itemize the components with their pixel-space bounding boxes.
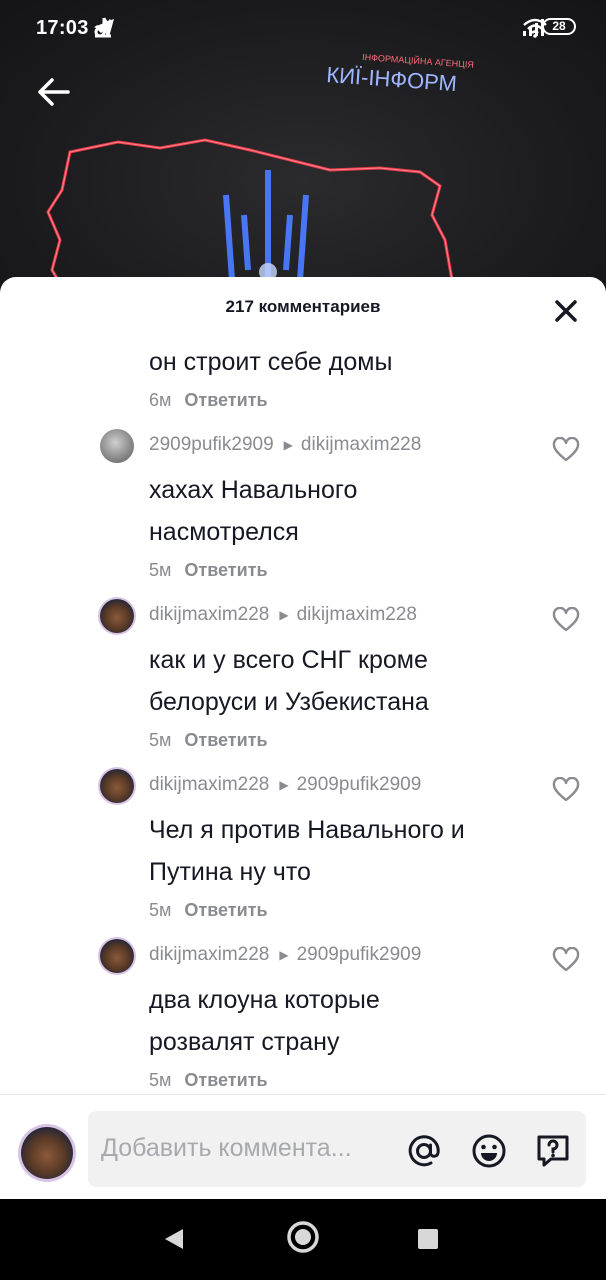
nav-back-button[interactable] xyxy=(163,1227,185,1256)
comment-input-bar: Добавить коммента... xyxy=(0,1094,606,1200)
my-avatar[interactable] xyxy=(21,1127,73,1179)
avatar[interactable] xyxy=(100,599,134,633)
reply-to-user[interactable]: dikijmaxim228 xyxy=(301,434,421,456)
heart-icon xyxy=(552,776,580,802)
comment-author[interactable]: 2909pufik2909 xyxy=(149,434,274,456)
comment-time: 5м xyxy=(149,730,172,750)
comments-sheet: 217 комментариев он строит себе домы 6м … xyxy=(0,277,606,1199)
heart-icon xyxy=(552,436,580,462)
comment-input[interactable]: Добавить коммента... xyxy=(88,1111,586,1187)
heart-icon xyxy=(552,606,580,632)
comment-text: он строит себе домы xyxy=(149,341,539,383)
close-icon xyxy=(555,300,577,322)
question-icon[interactable] xyxy=(535,1133,571,1169)
system-nav-bar xyxy=(0,1199,606,1280)
heart-icon xyxy=(552,946,580,972)
comment-text-line: белоруси и Узбекистана xyxy=(149,688,429,716)
avatar[interactable] xyxy=(100,939,134,973)
comment-text-line: как и у всего СНГ кроме xyxy=(149,646,428,674)
status-bar: 17:03 28 xyxy=(0,0,606,60)
emoji-icon[interactable] xyxy=(471,1133,507,1169)
comment-text-line: розвалят страну xyxy=(149,1028,340,1056)
reply-button[interactable]: Ответить xyxy=(184,730,267,751)
reply-to-user[interactable]: dikijmaxim228 xyxy=(297,604,417,626)
comment-text-line: хахах Навального xyxy=(149,476,358,504)
comment-input-placeholder: Добавить коммента... xyxy=(101,1134,352,1162)
status-time: 17:03 xyxy=(36,17,89,39)
like-button[interactable] xyxy=(552,436,580,463)
video-background[interactable]: ІНФОРМАЦІЙНА АГЕНЦІЯ КИЇ-ІНФОРМ 17:03 28 xyxy=(0,0,606,300)
reply-to-user[interactable]: 2909pufik2909 xyxy=(297,944,422,966)
comments-count-title: 217 комментариев xyxy=(225,297,381,316)
circle-home-icon xyxy=(287,1221,319,1253)
comment-meta: 5м Ответить xyxy=(149,730,268,751)
comment-meta: 5м Ответить xyxy=(149,900,268,921)
comment-text-line: два клоуна которые xyxy=(149,986,380,1014)
reply-button[interactable]: Ответить xyxy=(184,390,267,411)
nav-recent-button[interactable] xyxy=(418,1229,438,1249)
comment-author-line: 2909pufik2909 ▶ dikijmaxim228 xyxy=(149,433,421,457)
like-button[interactable] xyxy=(552,776,580,803)
comment-author-line: dikijmaxim228 ▶ 2909pufik2909 xyxy=(149,773,421,797)
reply-arrow-icon: ▶ xyxy=(279,948,289,962)
reply-to-user[interactable]: 2909pufik2909 xyxy=(297,774,422,796)
reply-arrow-icon: ▶ xyxy=(279,608,289,622)
avatar[interactable] xyxy=(100,429,134,463)
comment-author-line: dikijmaxim228 ▶ dikijmaxim228 xyxy=(149,603,417,627)
comment-text-line: Чел я против Навального и xyxy=(149,816,465,844)
reply-arrow-icon: ▶ xyxy=(279,778,289,792)
comment-text: два клоуна которые розвалят страну xyxy=(149,979,539,1063)
comment-time: 6м xyxy=(149,390,172,410)
reply-arrow-icon: ▶ xyxy=(283,438,293,452)
comment-text: Чел я против Навального и Путина ну что xyxy=(149,809,539,893)
comment-text: как и у всего СНГ кроме белоруси и Узбек… xyxy=(149,639,539,723)
reply-button[interactable]: Ответить xyxy=(184,1070,267,1091)
like-button[interactable] xyxy=(552,606,580,633)
avatar[interactable] xyxy=(100,769,134,803)
comment-time: 5м xyxy=(149,1070,172,1090)
comment-text: хахах Навального насмотрелся xyxy=(149,469,539,553)
comment-time: 5м xyxy=(149,560,172,580)
comment-time: 5м xyxy=(149,900,172,920)
back-button[interactable] xyxy=(34,72,74,112)
reply-button[interactable]: Ответить xyxy=(184,900,267,921)
close-button[interactable] xyxy=(553,298,579,324)
comment-meta: 6м Ответить xyxy=(149,390,268,411)
comment-author[interactable]: dikijmaxim228 xyxy=(149,774,269,796)
like-button[interactable] xyxy=(552,946,580,973)
comment-author[interactable]: dikijmaxim228 xyxy=(149,944,269,966)
comment-author-line: dikijmaxim228 ▶ 2909pufik2909 xyxy=(149,943,421,967)
comment-author[interactable]: dikijmaxim228 xyxy=(149,604,269,626)
comment-text-line: Путина ну что xyxy=(149,858,311,886)
triangle-back-icon xyxy=(165,1229,183,1249)
comment-text-line: насмотрелся xyxy=(149,518,299,546)
mention-icon[interactable] xyxy=(406,1133,442,1169)
comment-meta: 5м Ответить xyxy=(149,560,268,581)
arrow-left-icon xyxy=(38,78,70,106)
nav-home-button[interactable] xyxy=(286,1220,320,1259)
comment-text-line: он строит себе домы xyxy=(149,348,393,376)
reply-button[interactable]: Ответить xyxy=(184,560,267,581)
comment-meta: 5м Ответить xyxy=(149,1070,268,1091)
